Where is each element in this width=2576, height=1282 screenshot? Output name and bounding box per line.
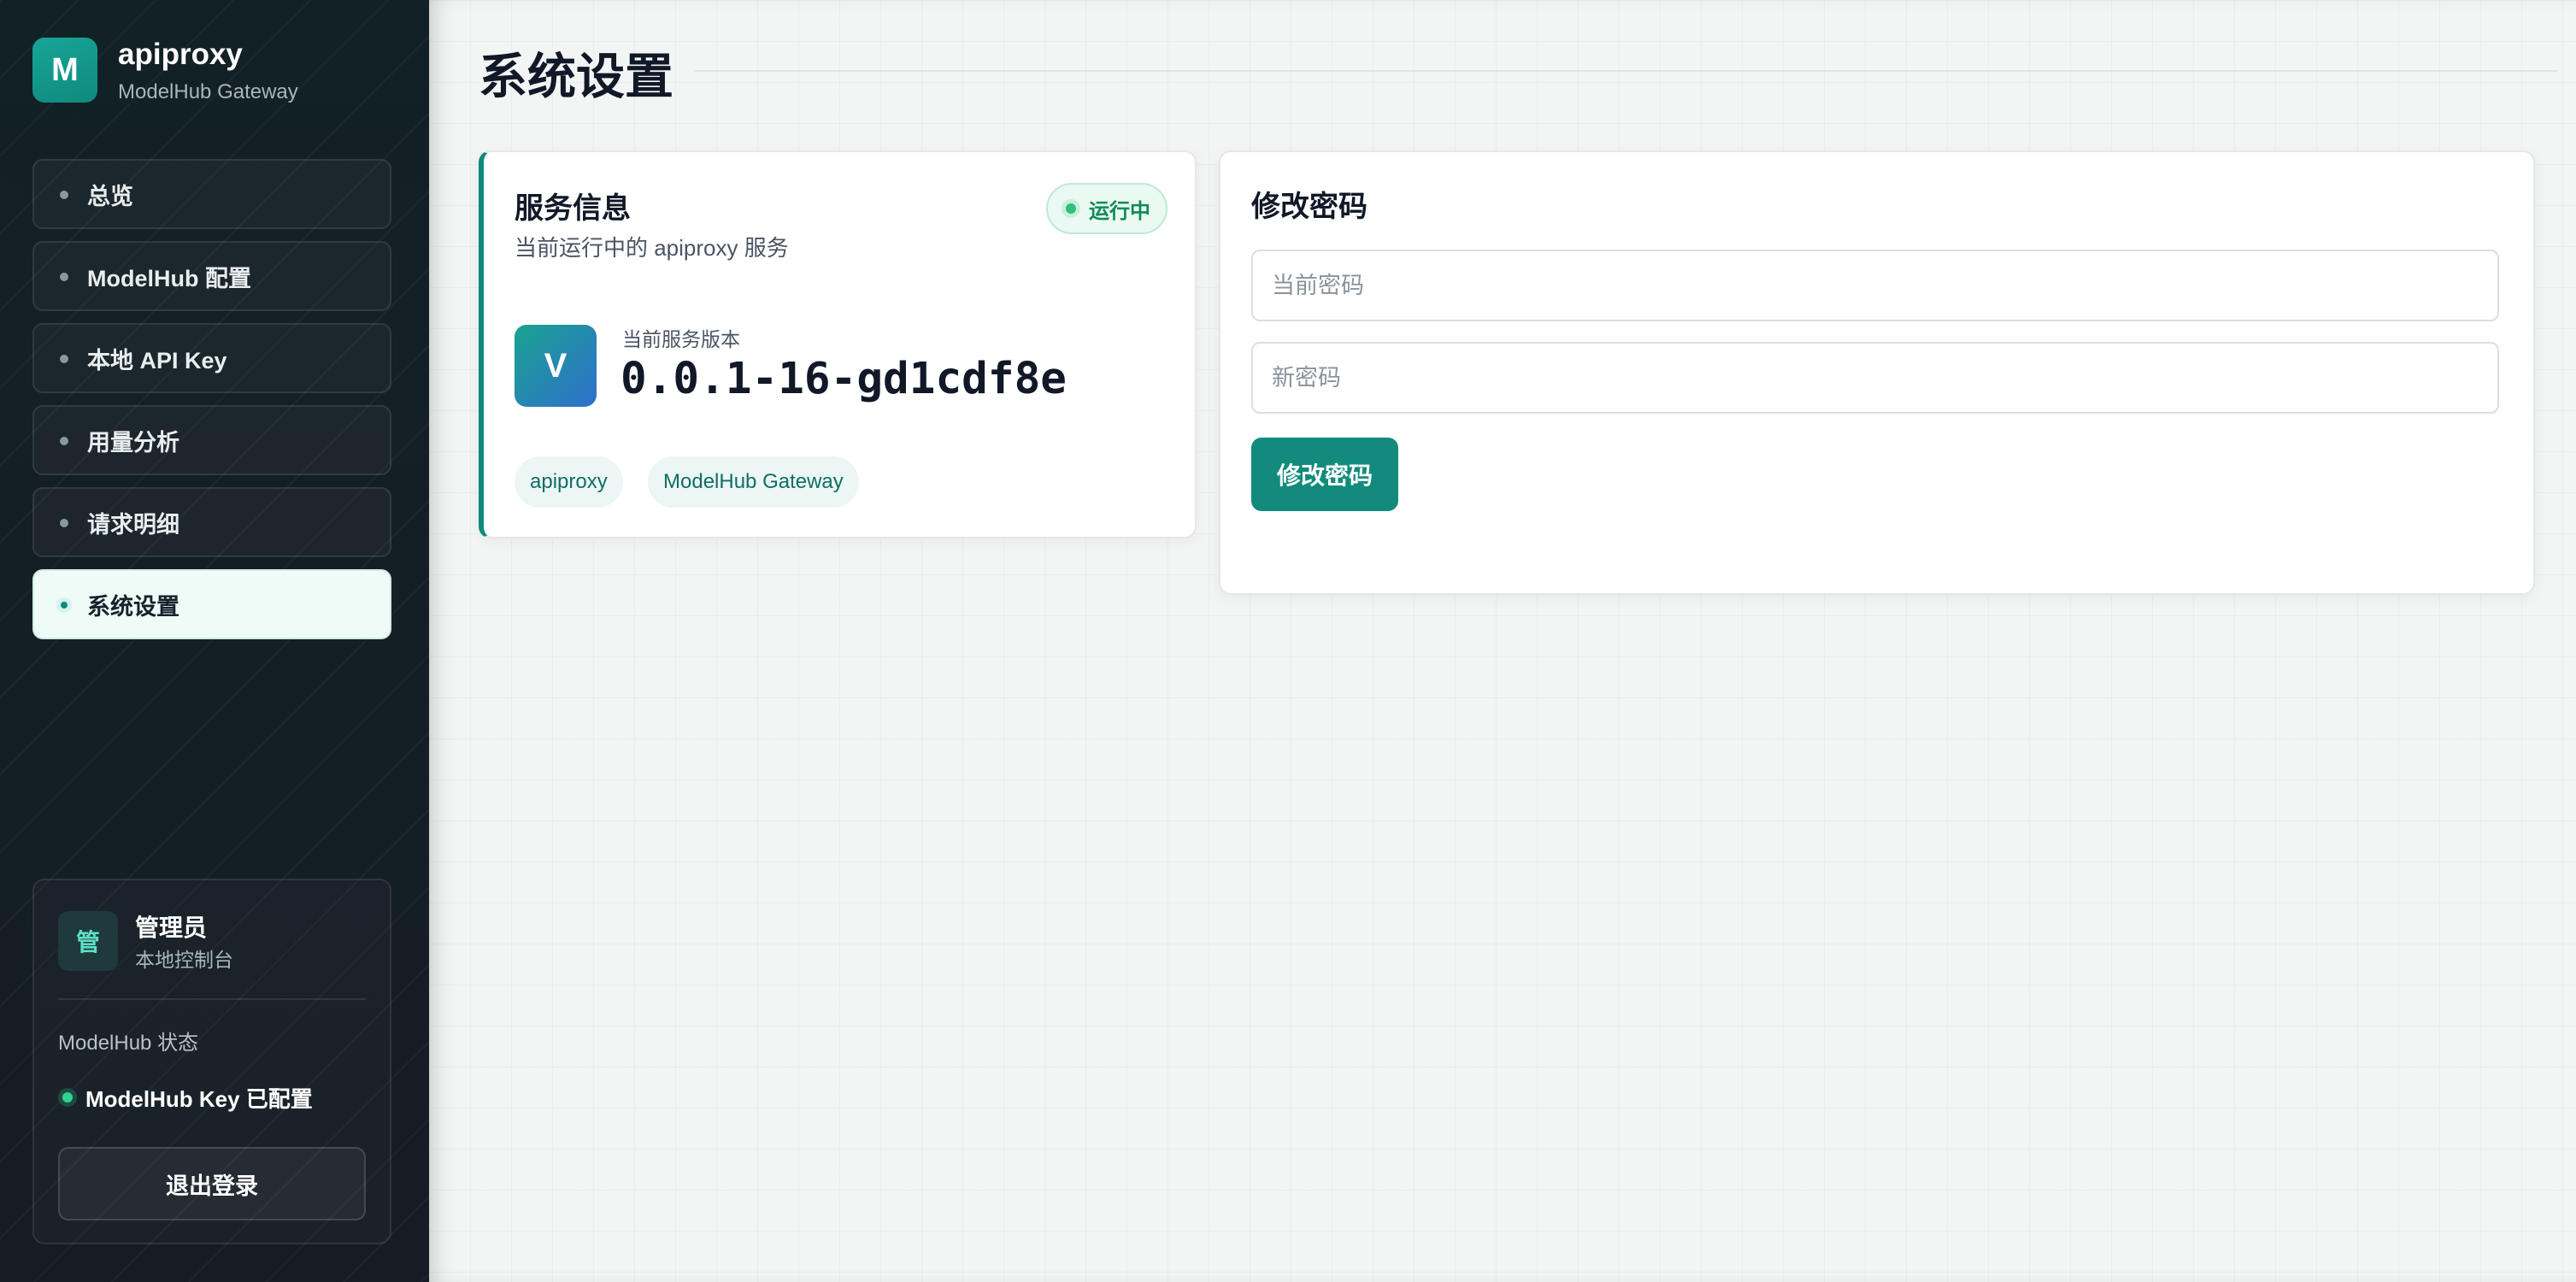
status-badge-label: 运行中	[1089, 199, 1150, 223]
sidebar-item-modelhub-config[interactable]: ModelHub 配置	[32, 241, 391, 311]
avatar: 管	[58, 911, 118, 971]
brand: M apiproxy ModelHub Gateway	[32, 38, 409, 108]
bullet-icon	[60, 273, 68, 281]
sidebar-item-label: 总览	[87, 183, 133, 209]
divider	[58, 998, 366, 1000]
modelhub-status-text: ModelHub Key 已配置	[85, 1085, 313, 1112]
current-password-input[interactable]	[1251, 250, 2499, 321]
bullet-icon	[60, 191, 68, 199]
sidebar-item-request-details[interactable]: 请求明细	[32, 487, 391, 557]
logout-button[interactable]: 退出登录	[58, 1147, 366, 1220]
sidebar-item-local-api-key[interactable]: 本地 API Key	[32, 323, 391, 393]
new-password-input[interactable]	[1251, 342, 2499, 414]
sidebar-item-label: 本地 API Key	[87, 347, 227, 373]
sidebar-item-label: 系统设置	[87, 593, 179, 620]
active-bullet-icon	[56, 597, 72, 613]
version-icon: V	[515, 325, 597, 407]
user-name: 管理员	[135, 914, 208, 941]
change-password-button[interactable]: 修改密码	[1251, 438, 1398, 511]
sidebar-item-overview[interactable]: 总览	[32, 159, 391, 229]
sidebar-item-usage-analytics[interactable]: 用量分析	[32, 405, 391, 475]
main-content: 系统设置 服务信息 当前运行中的 apiproxy 服务 运行中 V 当前服务版…	[429, 0, 2576, 1282]
sidebar-item-label: 请求明细	[87, 511, 179, 538]
page-title: 系统设置	[479, 50, 673, 104]
version-label: 当前服务版本	[622, 328, 740, 350]
brand-subtitle: ModelHub Gateway	[118, 80, 298, 103]
sidebar-item-system-settings[interactable]: 系统设置	[32, 569, 391, 639]
brand-logo-icon: M	[32, 38, 97, 103]
sidebar: M apiproxy ModelHub Gateway 总览 ModelHub …	[0, 0, 429, 1282]
modelhub-status: ModelHub Key 已配置	[58, 1082, 313, 1113]
service-info-card: 服务信息 当前运行中的 apiproxy 服务 运行中 V 当前服务版本 0.0…	[479, 150, 1197, 538]
brand-name: apiproxy	[118, 38, 243, 71]
tag-modelhub-gateway: ModelHub Gateway	[648, 456, 859, 508]
service-info-title: 服务信息	[515, 192, 631, 225]
sidebar-item-label: ModelHub 配置	[87, 265, 251, 291]
service-info-subtitle: 当前运行中的 apiproxy 服务	[515, 235, 789, 261]
version-value: 0.0.1-16-gd1cdf8e	[620, 354, 1067, 404]
bullet-icon	[60, 519, 68, 527]
status-badge: 运行中	[1046, 183, 1167, 234]
modelhub-status-title: ModelHub 状态	[58, 1032, 199, 1055]
bullet-icon	[60, 355, 68, 363]
tag-apiproxy: apiproxy	[515, 456, 623, 508]
change-password-card: 修改密码 修改密码	[1219, 150, 2535, 595]
change-password-title: 修改密码	[1251, 191, 1367, 223]
bullet-icon	[60, 437, 68, 445]
user-role: 本地控制台	[135, 949, 233, 971]
status-dot-icon	[58, 1088, 77, 1107]
user-card: 管 管理员 本地控制台 ModelHub 状态 ModelHub Key 已配置…	[32, 879, 391, 1244]
title-divider	[694, 70, 2557, 72]
sidebar-item-label: 用量分析	[87, 429, 179, 456]
status-dot-icon	[1062, 199, 1080, 218]
